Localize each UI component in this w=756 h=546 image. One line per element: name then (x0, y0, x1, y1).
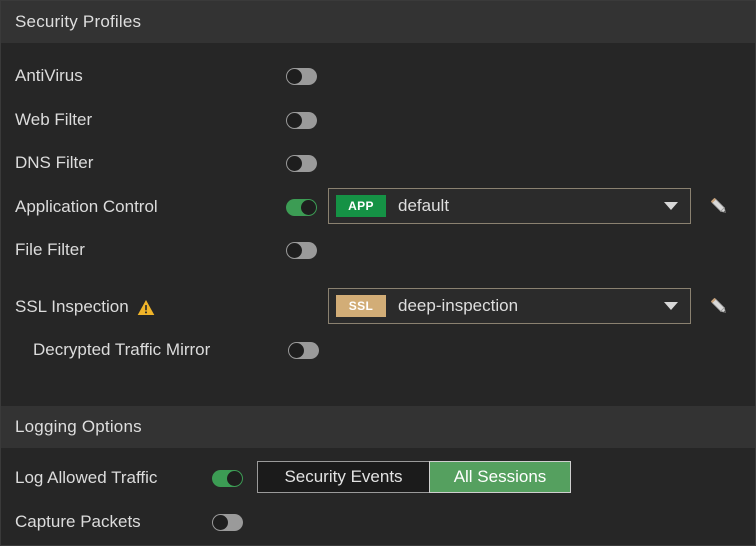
dropdown-value-application-control: default (398, 196, 450, 215)
toggle-capture-packets[interactable] (212, 513, 243, 531)
toggle-file-filter[interactable] (286, 241, 317, 259)
section-title-logging-options: Logging Options (15, 417, 142, 436)
dropdown-ssl-inspection-profile[interactable]: SSL deep-inspection (328, 288, 691, 324)
toggle-dns-filter[interactable] (286, 154, 317, 172)
label-ssl-inspection-wrapper: SSL Inspection (15, 297, 155, 317)
row-dns-filter: DNS Filter (1, 147, 755, 179)
dropdown-value-ssl-inspection: deep-inspection (398, 296, 519, 315)
toggle-knob (301, 199, 316, 215)
label-antivirus: AntiVirus (15, 66, 83, 85)
pencil-icon-application-control[interactable] (708, 195, 730, 217)
label-log-allowed-traffic: Log Allowed Traffic (15, 468, 158, 487)
toggle-web-filter[interactable] (286, 111, 317, 129)
row-decrypted-traffic-mirror: Decrypted Traffic Mirror (1, 334, 755, 366)
toggle-knob (287, 242, 302, 258)
label-web-filter: Web Filter (15, 110, 93, 129)
segmented-control-log-mode: Security Events All Sessions (257, 461, 571, 493)
toggle-decrypted-traffic-mirror[interactable] (288, 341, 319, 359)
label-file-filter: File Filter (15, 240, 85, 259)
label-dns-filter: DNS Filter (15, 153, 94, 172)
toggle-knob (289, 342, 304, 358)
section-title-security-profiles: Security Profiles (15, 12, 142, 31)
toggle-knob (287, 155, 302, 171)
row-web-filter: Web Filter (1, 104, 755, 136)
row-antivirus: AntiVirus (1, 60, 755, 92)
toggle-log-allowed-traffic[interactable] (212, 469, 243, 487)
toggle-antivirus[interactable] (286, 67, 317, 85)
toggle-knob (227, 470, 242, 486)
section-header-security-profiles: Security Profiles (1, 1, 755, 43)
chevron-down-icon (664, 302, 678, 310)
chevron-down-icon (664, 202, 678, 210)
row-capture-packets: Capture Packets (1, 506, 755, 538)
section-header-logging-options: Logging Options (1, 406, 755, 448)
warning-triangle-icon (137, 299, 155, 316)
segment-security-events[interactable]: Security Events (257, 461, 429, 493)
toggle-knob (213, 514, 228, 530)
toggle-knob (287, 112, 302, 128)
security-profiles-panel: Security Profiles AntiVirus Web Filter D… (0, 0, 756, 546)
pencil-icon-ssl-inspection[interactable] (708, 295, 730, 317)
label-application-control: Application Control (15, 197, 158, 216)
badge-ssl: SSL (336, 295, 386, 317)
badge-app: APP (336, 195, 386, 217)
row-file-filter: File Filter (1, 234, 755, 266)
label-capture-packets: Capture Packets (15, 512, 141, 531)
label-decrypted-traffic-mirror: Decrypted Traffic Mirror (33, 340, 211, 359)
label-ssl-inspection: SSL Inspection (15, 297, 129, 316)
dropdown-application-control-profile[interactable]: APP default (328, 188, 691, 224)
toggle-application-control[interactable] (286, 198, 317, 216)
segment-all-sessions[interactable]: All Sessions (429, 461, 571, 493)
toggle-knob (287, 68, 302, 84)
